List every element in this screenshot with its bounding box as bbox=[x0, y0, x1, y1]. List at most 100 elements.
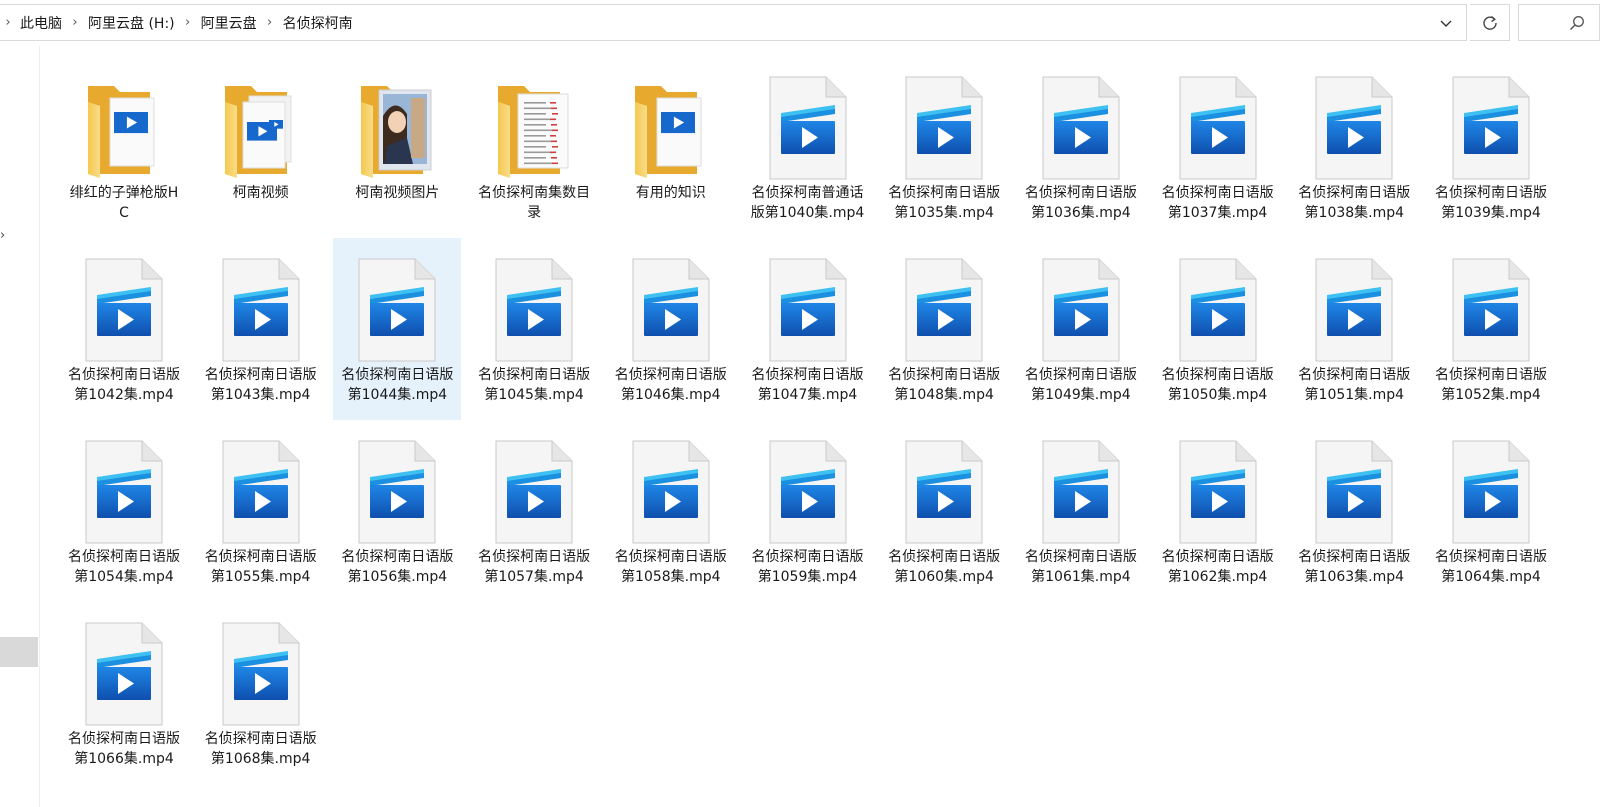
search-input[interactable] bbox=[1518, 4, 1600, 41]
item-label: 名侦探柯南日语版第1035集.mp4 bbox=[888, 185, 1001, 221]
breadcrumb-drive-h[interactable]: 阿里云盘 (H:) bbox=[84, 13, 179, 33]
item-label: 柯南视频 bbox=[232, 185, 289, 201]
item-label: 名侦探柯南普通话版第1040集.mp4 bbox=[750, 185, 865, 221]
video-file-icon bbox=[494, 440, 574, 544]
video-file-icon bbox=[221, 622, 301, 726]
breadcrumb-aliyun-folder[interactable]: 阿里云盘 bbox=[197, 13, 261, 33]
file-item[interactable]: 名侦探柯南日语版第1056集.mp4 bbox=[333, 420, 461, 602]
file-item[interactable]: 名侦探柯南日语版第1039集.mp4 bbox=[1427, 56, 1555, 238]
file-item[interactable]: 名侦探柯南日语版第1049集.mp4 bbox=[1017, 238, 1145, 420]
item-label: 名侦探柯南日语版第1061集.mp4 bbox=[1024, 549, 1137, 585]
video-file-icon bbox=[904, 76, 984, 180]
file-item[interactable]: 名侦探柯南日语版第1036集.mp4 bbox=[1017, 56, 1145, 238]
file-item[interactable]: 名侦探柯南日语版第1038集.mp4 bbox=[1290, 56, 1418, 238]
file-item[interactable]: 名侦探柯南日语版第1059集.mp4 bbox=[744, 420, 872, 602]
item-label: 名侦探柯南日语版第1048集.mp4 bbox=[888, 367, 1001, 403]
folder-item[interactable]: 绯红的子弹枪版HC bbox=[60, 56, 188, 238]
video-file-icon bbox=[1314, 440, 1394, 544]
video-file-icon bbox=[1178, 76, 1258, 180]
item-label: 名侦探柯南日语版第1036集.mp4 bbox=[1024, 185, 1137, 221]
file-item[interactable]: 名侦探柯南日语版第1048集.mp4 bbox=[880, 238, 1008, 420]
folder-icon bbox=[84, 76, 164, 180]
breadcrumb-current-folder[interactable]: 名侦探柯南 bbox=[279, 13, 357, 33]
folder-item[interactable]: 柯南视频图片 bbox=[333, 56, 461, 238]
file-item[interactable]: 名侦探柯南日语版第1052集.mp4 bbox=[1427, 238, 1555, 420]
file-item[interactable]: 名侦探柯南日语版第1043集.mp4 bbox=[197, 238, 325, 420]
video-file-icon bbox=[1041, 258, 1121, 362]
file-item[interactable]: 名侦探柯南日语版第1055集.mp4 bbox=[197, 420, 325, 602]
item-label: 名侦探柯南日语版第1043集.mp4 bbox=[204, 367, 317, 403]
file-item[interactable]: 名侦探柯南日语版第1042集.mp4 bbox=[60, 238, 188, 420]
file-item[interactable]: 名侦探柯南日语版第1066集.mp4 bbox=[60, 602, 188, 784]
item-label: 名侦探柯南日语版第1062集.mp4 bbox=[1161, 549, 1274, 585]
file-item[interactable]: 名侦探柯南日语版第1046集.mp4 bbox=[607, 238, 735, 420]
video-file-icon bbox=[768, 258, 848, 362]
video-file-icon bbox=[84, 622, 164, 726]
item-label: 绯红的子弹枪版HC bbox=[69, 185, 179, 221]
item-label: 名侦探柯南日语版第1038集.mp4 bbox=[1298, 185, 1411, 221]
file-grid[interactable]: 绯红的子弹枪版HC 柯南视频 柯南视频图片 名侦探柯南集数目录 有用的知识 名侦… bbox=[41, 46, 1600, 807]
chevron-icon[interactable]: › bbox=[0, 228, 5, 243]
file-item[interactable]: 名侦探柯南日语版第1068集.mp4 bbox=[197, 602, 325, 784]
folder-item[interactable]: 有用的知识 bbox=[607, 56, 735, 238]
file-item[interactable]: 名侦探柯南日语版第1061集.mp4 bbox=[1017, 420, 1145, 602]
nav-selected-item[interactable] bbox=[0, 637, 38, 667]
folder-icon bbox=[631, 76, 711, 180]
file-item[interactable]: 名侦探柯南日语版第1051集.mp4 bbox=[1290, 238, 1418, 420]
video-file-icon bbox=[1451, 440, 1531, 544]
item-label: 名侦探柯南日语版第1054集.mp4 bbox=[68, 549, 180, 585]
refresh-icon bbox=[1481, 14, 1499, 32]
folder-icon bbox=[357, 76, 437, 180]
item-label: 名侦探柯南日语版第1042集.mp4 bbox=[68, 367, 180, 403]
video-file-icon bbox=[904, 258, 984, 362]
video-file-icon bbox=[631, 440, 711, 544]
file-item[interactable]: 名侦探柯南日语版第1045集.mp4 bbox=[470, 238, 598, 420]
search-icon bbox=[1569, 15, 1585, 31]
folder-icon bbox=[494, 76, 574, 180]
folder-item[interactable]: 名侦探柯南集数目录 bbox=[470, 56, 598, 238]
file-item[interactable]: 名侦探柯南日语版第1035集.mp4 bbox=[880, 56, 1008, 238]
video-file-icon bbox=[631, 258, 711, 362]
file-item[interactable]: 名侦探柯南普通话版第1040集.mp4 bbox=[744, 56, 872, 238]
file-item[interactable]: 名侦探柯南日语版第1044集.mp4 bbox=[333, 238, 462, 420]
video-file-icon bbox=[494, 258, 574, 362]
chevron-right-icon[interactable]: › bbox=[261, 15, 279, 30]
chevron-right-icon[interactable]: › bbox=[0, 15, 16, 30]
video-file-icon bbox=[84, 258, 164, 362]
video-file-icon bbox=[1041, 76, 1121, 180]
item-label: 名侦探柯南日语版第1049集.mp4 bbox=[1024, 367, 1137, 403]
file-item[interactable]: 名侦探柯南日语版第1062集.mp4 bbox=[1154, 420, 1282, 602]
file-item[interactable]: 名侦探柯南日语版第1064集.mp4 bbox=[1427, 420, 1555, 602]
item-label: 有用的知识 bbox=[635, 185, 706, 201]
folder-item[interactable]: 柯南视频 bbox=[197, 56, 325, 238]
file-item[interactable]: 名侦探柯南日语版第1057集.mp4 bbox=[470, 420, 598, 602]
chevron-down-icon[interactable] bbox=[1436, 13, 1456, 33]
navigation-pane[interactable]: › bbox=[0, 46, 40, 807]
file-item[interactable]: 名侦探柯南日语版第1058集.mp4 bbox=[607, 420, 735, 602]
breadcrumb-this-pc[interactable]: 此电脑 bbox=[16, 13, 66, 33]
file-item[interactable]: 名侦探柯南日语版第1063集.mp4 bbox=[1290, 420, 1418, 602]
file-item[interactable]: 名侦探柯南日语版第1050集.mp4 bbox=[1154, 238, 1282, 420]
video-file-icon bbox=[768, 76, 848, 180]
item-label: 名侦探柯南日语版第1050集.mp4 bbox=[1161, 367, 1274, 403]
video-file-icon bbox=[1451, 258, 1531, 362]
item-label: 名侦探柯南日语版第1059集.mp4 bbox=[751, 549, 864, 585]
video-file-icon bbox=[357, 258, 437, 362]
video-file-icon bbox=[1314, 76, 1394, 180]
video-file-icon bbox=[1314, 258, 1394, 362]
breadcrumb[interactable]: › 此电脑 › 阿里云盘 (H:) › 阿里云盘 › 名侦探柯南 bbox=[0, 4, 1467, 41]
address-bar: › 此电脑 › 阿里云盘 (H:) › 阿里云盘 › 名侦探柯南 bbox=[0, 0, 1600, 46]
refresh-button[interactable] bbox=[1470, 4, 1510, 41]
item-label: 名侦探柯南日语版第1068集.mp4 bbox=[204, 731, 317, 767]
item-label: 名侦探柯南日语版第1056集.mp4 bbox=[341, 549, 454, 585]
file-item[interactable]: 名侦探柯南日语版第1054集.mp4 bbox=[60, 420, 188, 602]
item-label: 名侦探柯南日语版第1044集.mp4 bbox=[341, 367, 454, 403]
item-label: 名侦探柯南日语版第1058集.mp4 bbox=[614, 549, 727, 585]
chevron-right-icon[interactable]: › bbox=[179, 15, 197, 30]
file-item[interactable]: 名侦探柯南日语版第1047集.mp4 bbox=[744, 238, 872, 420]
file-item[interactable]: 名侦探柯南日语版第1060集.mp4 bbox=[880, 420, 1008, 602]
file-item[interactable]: 名侦探柯南日语版第1037集.mp4 bbox=[1154, 56, 1282, 238]
video-file-icon bbox=[1178, 440, 1258, 544]
video-file-icon bbox=[357, 440, 437, 544]
chevron-right-icon[interactable]: › bbox=[66, 15, 84, 30]
